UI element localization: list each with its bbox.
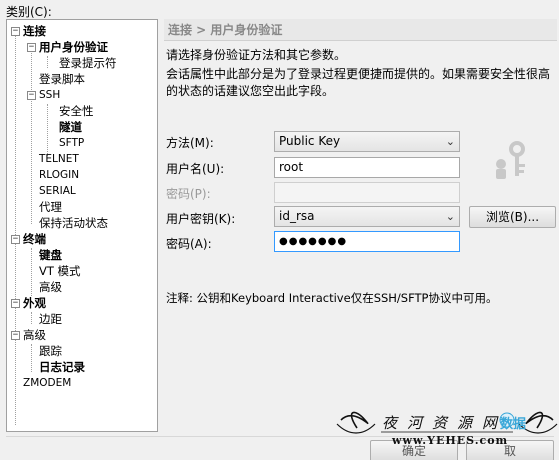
- watermark-title: 夜河资源网: [382, 414, 508, 432]
- tree-item-rlogin[interactable]: RLOGIN: [39, 168, 79, 183]
- tree-guide-line: [31, 248, 32, 296]
- tree-item-terminal-advanced[interactable]: 高级: [39, 280, 62, 295]
- tree-item-connection[interactable]: 连接: [23, 24, 46, 39]
- browse-button[interactable]: 浏览(B)...: [469, 206, 556, 228]
- password-label: 密码(P):: [166, 187, 211, 201]
- collapse-icon[interactable]: −: [27, 91, 36, 100]
- protocol-note: 注释: 公钥和Keyboard Interactive仅在SSH/SFTP协议中…: [166, 291, 498, 305]
- tree-item-margins[interactable]: 边距: [39, 312, 62, 327]
- tree-item-serial[interactable]: SERIAL: [39, 184, 76, 199]
- tree-item-logging[interactable]: 日志记录: [39, 360, 85, 375]
- chevron-down-icon: ⌄: [445, 210, 455, 223]
- key-icon: [496, 141, 525, 179]
- password-input[interactable]: [274, 182, 460, 203]
- category-tree[interactable]: − 连接 − 用户身份验证 登录提示符 登录脚本 − SSH 安全性 隧道 SF…: [6, 19, 158, 432]
- tree-item-keyboard[interactable]: 键盘: [39, 248, 62, 263]
- passphrase-input[interactable]: ●●●●●●●: [274, 231, 460, 252]
- tree-item-tunnel[interactable]: 隧道: [59, 120, 82, 135]
- tree-item-security[interactable]: 安全性: [59, 104, 94, 119]
- tree-item-trace[interactable]: 跟踪: [39, 344, 62, 359]
- tree-item-proxy[interactable]: 代理: [39, 200, 62, 215]
- collapse-icon[interactable]: −: [27, 43, 36, 52]
- watermark-url: www.YEHES.com: [392, 434, 509, 447]
- tree-item-ssh[interactable]: SSH: [39, 88, 60, 103]
- tree-guide-line: [31, 312, 32, 324]
- tree-guide-line: [31, 344, 32, 372]
- tree-item-keepalive[interactable]: 保持活动状态: [39, 216, 108, 231]
- method-select-value: Public Key: [279, 134, 341, 148]
- panel-description-line1: 请选择身份验证方法和其它参数。: [166, 48, 347, 62]
- tree-guide-line: [15, 32, 16, 425]
- watermark-badge: 数据: [500, 417, 527, 432]
- tree-item-terminal[interactable]: 终端: [23, 232, 46, 247]
- tree-item-user-auth[interactable]: 用户身份验证: [39, 40, 108, 55]
- tree-item-login-prompt[interactable]: 登录提示符: [59, 56, 117, 71]
- panel-breadcrumb: 连接 > 用户身份验证: [164, 19, 557, 41]
- method-label: 方法(M):: [166, 136, 214, 150]
- userkey-select[interactable]: id_rsa ⌄: [274, 206, 460, 227]
- collapse-icon[interactable]: −: [11, 331, 20, 340]
- collapse-icon[interactable]: −: [11, 235, 20, 244]
- collapse-icon[interactable]: −: [11, 299, 20, 308]
- tree-guide-line: [47, 56, 48, 68]
- passphrase-label: 密码(A):: [166, 237, 212, 251]
- username-label: 用户名(U):: [166, 162, 225, 176]
- tree-guide-line: [47, 104, 48, 156]
- tree-item-advanced[interactable]: 高级: [23, 328, 46, 343]
- tree-item-login-script[interactable]: 登录脚本: [39, 72, 85, 87]
- tree-item-vt-mode[interactable]: VT 模式: [39, 264, 81, 279]
- panel-description-line3: 的状态的话建议您空出此字段。: [166, 84, 335, 98]
- tree-item-appearance[interactable]: 外观: [23, 296, 46, 311]
- tree-item-sftp[interactable]: SFTP: [59, 136, 84, 151]
- panel-description-line2: 会话属性中此部分是为了登录过程更便捷而提供的。如果需要安全性很高: [166, 67, 551, 81]
- collapse-icon[interactable]: −: [11, 27, 20, 36]
- method-select[interactable]: Public Key ⌄: [274, 131, 460, 152]
- tree-guide-line: [31, 48, 32, 224]
- userkey-select-value: id_rsa: [279, 209, 315, 223]
- tree-item-telnet[interactable]: TELNET: [39, 152, 79, 167]
- category-label: 类别(C):: [6, 5, 52, 19]
- username-input[interactable]: root: [274, 157, 460, 178]
- userkey-label: 用户密钥(K):: [166, 212, 236, 226]
- tree-item-zmodem[interactable]: ZMODEM: [23, 376, 71, 391]
- chevron-down-icon: ⌄: [445, 135, 455, 148]
